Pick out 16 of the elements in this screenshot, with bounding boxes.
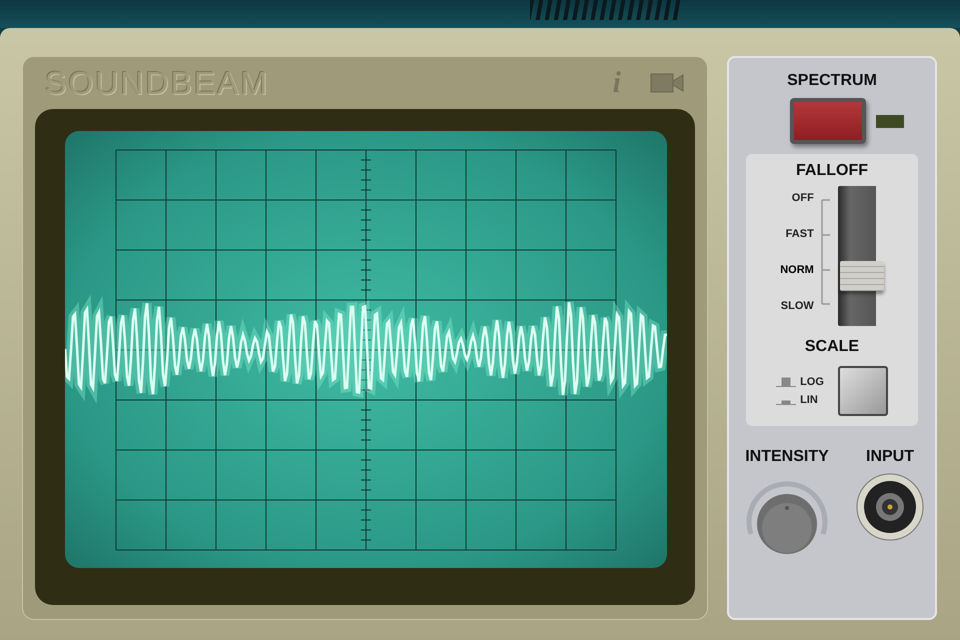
scale-option: LIN (800, 394, 818, 406)
slider-thumb[interactable] (840, 260, 884, 291)
falloff-option[interactable]: OFF (792, 192, 814, 204)
intensity-label: INTENSITY (745, 448, 829, 466)
raised-key-icon (776, 377, 796, 387)
scale-button[interactable] (838, 366, 888, 416)
falloff-slider[interactable] (838, 186, 884, 326)
falloff-option[interactable]: FAST (786, 228, 814, 240)
spectrum-label: SPECTRUM (787, 72, 877, 90)
falloff-label: FALLOFF (796, 162, 868, 180)
falloff-option[interactable]: SLOW (780, 300, 814, 312)
scale-option: LOG (800, 376, 824, 388)
falloff-option[interactable]: NORM (780, 264, 814, 276)
bnc-connector-icon (855, 472, 925, 542)
scale-label: SCALE (804, 338, 860, 356)
input-label: INPUT (866, 448, 914, 466)
